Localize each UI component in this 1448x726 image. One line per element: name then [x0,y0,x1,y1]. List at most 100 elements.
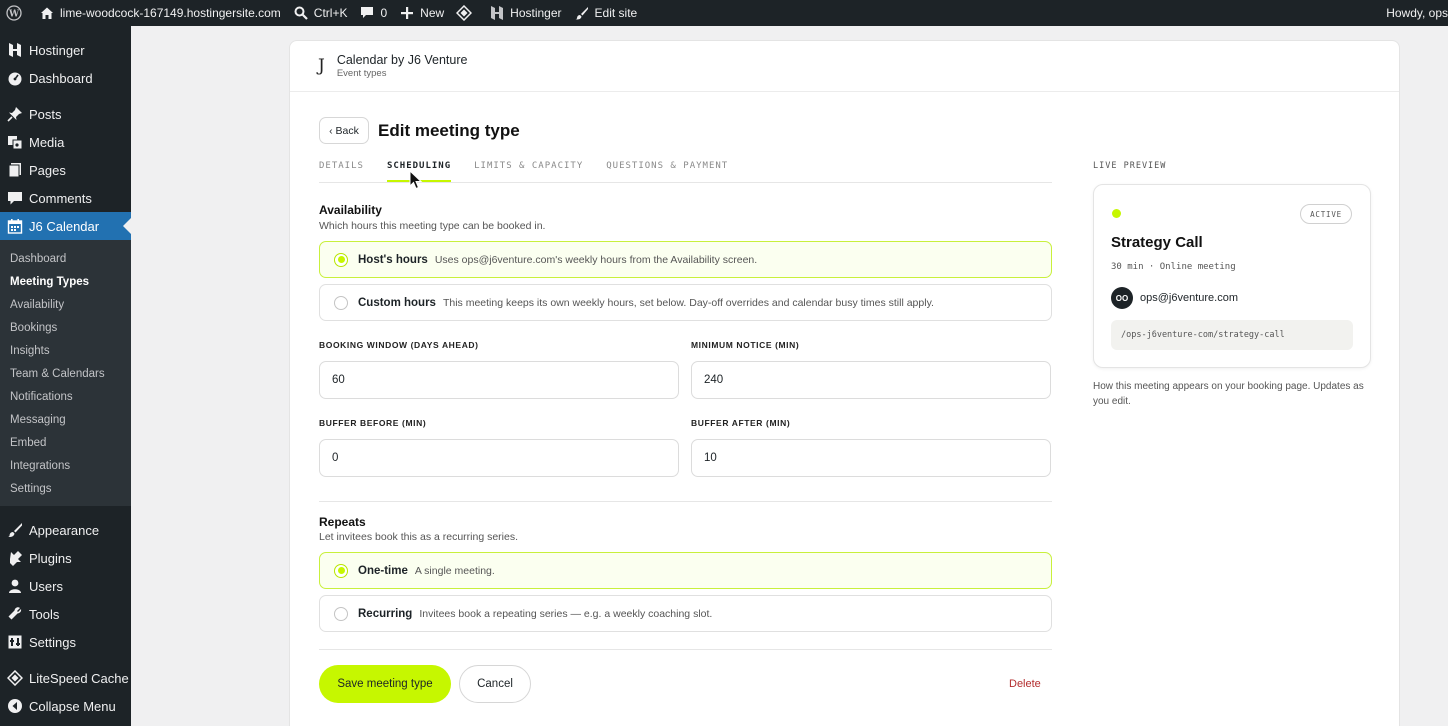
option-hosts-hours[interactable]: Host's hours Uses ops@j6venture.com's we… [319,241,1052,278]
media-icon [7,134,23,150]
hostinger-label: Hostinger [510,6,562,20]
site-name-link[interactable]: lime-woodcock-167149.hostingersite.com [33,0,287,26]
page-title: Edit meeting type [378,121,520,140]
plus-icon [399,5,415,21]
option-desc: Invitees book a repeating series — e.g. … [419,607,713,620]
buffer-after-input[interactable] [691,439,1051,477]
menu-label: Posts [29,106,62,122]
menu-label: Tools [29,606,60,622]
submenu-item-meeting-types[interactable]: Meeting Types [0,270,131,293]
buffer-before-input[interactable] [319,439,679,477]
booking-window-label: BOOKING WINDOW (DAYS AHEAD) [319,340,479,350]
submenu-item-settings[interactable]: Settings [0,477,131,500]
minimum-notice-input[interactable] [691,361,1051,399]
plugin-subtitle: Event types [336,68,387,79]
menu-item-pages[interactable]: Pages [0,156,131,184]
hostinger-link[interactable]: Hostinger [483,0,567,26]
preview-card: ACTIVE Strategy Call 30 min · Online mee… [1093,184,1371,368]
svg-text:W: W [8,10,20,20]
pin-icon [7,106,23,122]
menu-item-j6-calendar[interactable]: J6 Calendar [0,212,131,240]
mouse-cursor-icon [409,170,423,190]
option-custom-hours[interactable]: Custom hours This meeting keeps its own … [319,284,1052,321]
minimum-notice-label: MINIMUM NOTICE (MIN) [691,340,800,350]
menu-item-posts[interactable]: Posts [0,100,131,128]
menu-label: Settings [29,634,76,650]
collapse-icon [7,698,23,714]
option-one-time[interactable]: One-time A single meeting. [319,552,1052,589]
user-icon [7,578,23,594]
hostinger-icon [489,5,505,21]
comment-icon [7,190,23,206]
option-label: One-time [358,564,408,577]
comment-icon [359,5,375,21]
section-divider [319,501,1052,502]
tab-details[interactable]: DETAILS [319,159,364,182]
calendar-icon [7,218,23,234]
radio-button[interactable] [334,252,348,267]
booking-window-input[interactable] [319,361,679,399]
edit-site-link[interactable]: Edit site [568,0,644,26]
j6-calendar-submenu: Dashboard Meeting Types Availability Boo… [0,240,131,506]
menu-item-hostinger[interactable]: Hostinger [0,36,131,64]
command-search-button[interactable]: Ctrl+K [287,0,354,26]
menu-item-appearance[interactable]: Appearance [0,516,131,544]
availability-title: Availability [319,203,382,217]
radio-button[interactable] [334,295,348,310]
submenu-item-availability[interactable]: Availability [0,293,131,316]
submenu-item-bookings[interactable]: Bookings [0,316,131,339]
site-name: lime-woodcock-167149.hostingersite.com [60,6,281,20]
new-content-button[interactable]: New [393,0,450,26]
submenu-item-insights[interactable]: Insights [0,339,131,362]
menu-label: Users [29,578,63,594]
cancel-button[interactable]: Cancel [459,665,531,703]
account-menu[interactable]: Howdy, ops [1380,0,1448,26]
menu-item-dashboard[interactable]: Dashboard [0,64,131,92]
wordpress-icon: W [6,5,22,21]
menu-item-media[interactable]: Media [0,128,131,156]
repeats-title: Repeats [319,515,366,529]
menu-label: LiteSpeed Cache [29,670,129,686]
radio-button[interactable] [334,606,348,621]
repeats-desc: Let invitees book this as a recurring se… [319,531,519,543]
j6-logo: J [318,56,325,76]
menu-item-settings[interactable]: Settings [0,628,131,656]
menu-item-users[interactable]: Users [0,572,131,600]
option-desc: A single meeting. [414,564,495,577]
tab-questions-payment[interactable]: QUESTIONS & PAYMENT [606,159,728,182]
pages-icon [7,162,23,178]
menu-item-tools[interactable]: Tools [0,600,131,628]
radio-button[interactable] [334,563,348,578]
menu-item-litespeed-cache[interactable]: LiteSpeed Cache [0,664,131,692]
avatar: OO [1111,287,1133,309]
dashboard-icon [7,70,23,86]
submenu-item-team-calendars[interactable]: Team & Calendars [0,362,131,385]
delete-link[interactable]: Delete [1009,678,1041,690]
buffer-before-label: BUFFER BEFORE (MIN) [319,418,427,428]
option-recurring[interactable]: Recurring Invitees book a repeating seri… [319,595,1052,632]
submenu-item-embed[interactable]: Embed [0,431,131,454]
brush-icon [574,5,590,21]
menu-label: J6 Calendar [29,218,100,234]
menu-label: Plugins [29,550,72,566]
wordpress-logo-button[interactable]: W [0,0,33,26]
litespeed-button[interactable] [450,0,483,26]
comments-link[interactable]: 0 [353,0,393,26]
option-desc: Uses ops@j6venture.com's weekly hours fr… [434,253,758,266]
booking-url: /ops-j6venture-com/strategy-call [1111,320,1353,350]
submenu-item-notifications[interactable]: Notifications [0,385,131,408]
submenu-item-messaging[interactable]: Messaging [0,408,131,431]
save-button[interactable]: Save meeting type [319,665,451,703]
submenu-item-dashboard[interactable]: Dashboard [0,247,131,270]
availability-desc: Which hours this meeting type can be boo… [319,220,546,232]
menu-item-comments[interactable]: Comments [0,184,131,212]
collapse-menu-button[interactable]: Collapse Menu [0,692,131,720]
diamond-icon [456,5,473,21]
tab-limits-capacity[interactable]: LIMITS & CAPACITY [474,159,583,182]
back-button[interactable]: ‹ Back [319,117,369,144]
option-desc: This meeting keeps its own weekly hours,… [442,296,934,309]
submenu-item-integrations[interactable]: Integrations [0,454,131,477]
option-label: Host's hours [358,253,428,266]
menu-item-plugins[interactable]: Plugins [0,544,131,572]
brand-block: Calendar by J6 Venture Event types [337,53,468,79]
